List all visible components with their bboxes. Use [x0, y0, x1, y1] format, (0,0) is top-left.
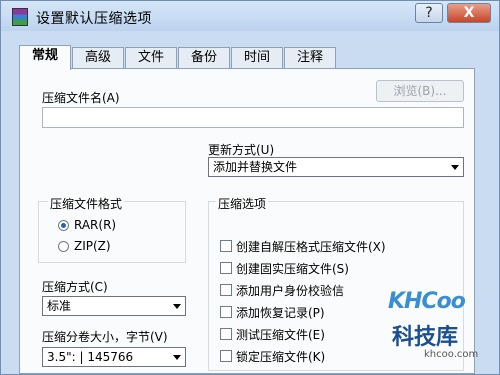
window-title: 设置默认压缩选项: [36, 11, 152, 27]
format-label: 压缩文件格式: [48, 195, 125, 212]
browse-button[interactable]: 浏览(B)...: [376, 80, 464, 102]
chevron-down-icon: [173, 355, 181, 360]
lock-label[interactable]: 锁定压缩文件(K): [236, 348, 325, 365]
watermark-logo: KHCoo: [388, 289, 466, 314]
close-button[interactable]: X: [447, 3, 491, 23]
method-label: 压缩方式(C): [42, 280, 108, 294]
tab-comment[interactable]: 注释: [284, 47, 336, 69]
method-select[interactable]: 标准: [42, 296, 186, 316]
split-value: 3.5": | 145766: [47, 350, 134, 364]
rar-radio[interactable]: [58, 220, 69, 231]
auth-label[interactable]: 添加用户身份校验信: [236, 282, 344, 299]
auth-checkbox[interactable]: [220, 284, 232, 296]
recovery-checkbox[interactable]: [220, 306, 232, 318]
lock-checkbox[interactable]: [220, 350, 232, 362]
zip-radio[interactable]: [58, 241, 69, 252]
options-label: 压缩选项: [216, 195, 269, 212]
update-mode-label: 更新方式(U): [208, 143, 275, 157]
tab-advanced[interactable]: 高级: [72, 47, 124, 69]
sfx-label[interactable]: 创建自解压格式压缩文件(X): [236, 238, 386, 255]
split-select[interactable]: 3.5": | 145766: [42, 347, 186, 367]
test-label[interactable]: 测试压缩文件(E): [236, 326, 325, 343]
test-checkbox[interactable]: [220, 328, 232, 340]
chevron-down-icon: [451, 165, 459, 170]
archive-name-label: 压缩文件名(A): [42, 91, 120, 105]
solid-checkbox[interactable]: [220, 262, 232, 274]
method-value: 标准: [47, 299, 72, 313]
update-mode-value: 添加并替换文件: [213, 160, 298, 174]
tab-files[interactable]: 文件: [125, 47, 177, 69]
tab-general[interactable]: 常规: [19, 45, 71, 70]
watermark-url: khcoo.com: [424, 349, 479, 360]
split-label: 压缩分卷大小，字节(V): [42, 330, 168, 344]
rar-label[interactable]: RAR(R): [74, 218, 116, 232]
tab-backup[interactable]: 备份: [178, 47, 230, 69]
archive-name-input[interactable]: [42, 107, 464, 128]
solid-label[interactable]: 创建固实压缩文件(S): [236, 260, 349, 277]
title-bar: 设置默认压缩选项 ? X: [1, 1, 499, 31]
chevron-down-icon: [173, 304, 181, 309]
watermark: KHCoo 科技库 khcoo.com: [388, 289, 492, 367]
help-button[interactable]: ?: [415, 3, 443, 23]
sfx-checkbox[interactable]: [220, 240, 232, 252]
update-mode-select[interactable]: 添加并替换文件: [208, 157, 464, 177]
watermark-text: 科技库: [392, 325, 459, 350]
tab-time[interactable]: 时间: [231, 47, 283, 69]
recovery-label[interactable]: 添加恢复记录(P): [236, 304, 325, 321]
zip-label[interactable]: ZIP(Z): [74, 239, 111, 253]
winrar-icon: [12, 8, 28, 26]
